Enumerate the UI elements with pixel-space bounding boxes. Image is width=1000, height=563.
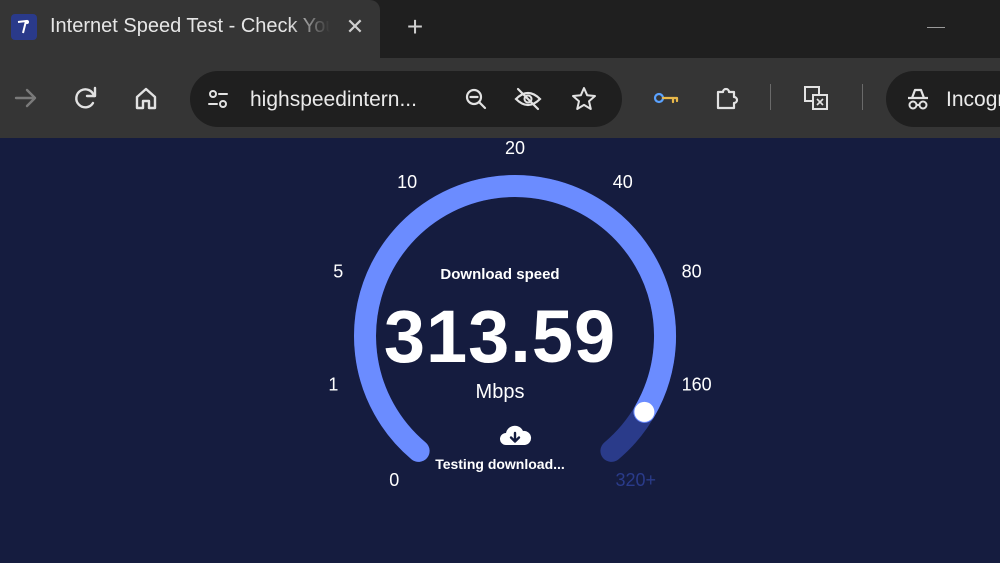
incognito-icon	[898, 79, 938, 119]
speed-test-area: 0 1 5 10 20 40 80 160 320+ Download speed 313.59…	[0, 138, 1000, 563]
toolbar-divider	[862, 84, 863, 110]
site-settings-button[interactable]	[198, 79, 238, 119]
home-icon	[135, 87, 157, 110]
download-speed-label: Download speed	[440, 266, 560, 283]
gauge-scale-label: 320+	[616, 470, 657, 490]
home-button[interactable]	[126, 78, 166, 118]
speed-unit: Mbps	[475, 381, 525, 403]
url-text[interactable]: highspeedintern...	[250, 88, 417, 112]
zoom-out-icon	[465, 88, 487, 110]
tab-strip: Internet Speed Test - Check Your ✕ +	[0, 0, 1000, 58]
reload-button[interactable]	[66, 78, 106, 118]
status-text: Testing download...	[435, 456, 565, 472]
browser-tab[interactable]: Internet Speed Test - Check Your ✕	[0, 0, 380, 58]
key-icon	[653, 92, 679, 104]
site-favicon-icon	[11, 14, 37, 40]
tab-close-icon[interactable]: ✕	[342, 14, 368, 40]
puzzle-icon	[716, 87, 739, 110]
minimize-window-button[interactable]	[922, 12, 952, 42]
cloud-download-icon	[497, 424, 533, 448]
gauge-needle-knob	[634, 401, 655, 422]
tab-title: Internet Speed Test - Check Your	[50, 15, 330, 37]
address-bar[interactable]: highspeedintern...	[190, 71, 622, 127]
toolbar-divider	[770, 84, 771, 110]
gauge-scale-label: 20	[505, 138, 525, 158]
incognito-indicator[interactable]: Incognito	[886, 71, 1000, 127]
speed-value: 313.59	[383, 295, 617, 378]
translate-icon	[804, 86, 828, 110]
reload-icon	[75, 86, 97, 109]
eye-off-icon	[514, 87, 542, 111]
star-icon	[572, 87, 596, 110]
forward-button[interactable]	[6, 78, 46, 118]
gauge-scale-label: 40	[613, 172, 633, 192]
incognito-label: Incognito	[946, 88, 1000, 111]
extensions-button[interactable]	[706, 78, 746, 118]
tracking-protection-button[interactable]	[508, 79, 548, 119]
gauge-scale-label: 0	[389, 470, 399, 490]
translate-button[interactable]	[796, 78, 836, 118]
tune-icon	[208, 90, 228, 108]
gauge-scale-label: 10	[397, 172, 417, 192]
forward-arrow-icon	[14, 88, 37, 108]
password-manager-button[interactable]	[646, 78, 686, 118]
zoom-button[interactable]	[456, 79, 496, 119]
bookmark-button[interactable]	[564, 79, 604, 119]
browser-toolbar: highspeedintern... Incog	[0, 58, 1000, 138]
new-tab-button[interactable]: +	[398, 10, 432, 44]
